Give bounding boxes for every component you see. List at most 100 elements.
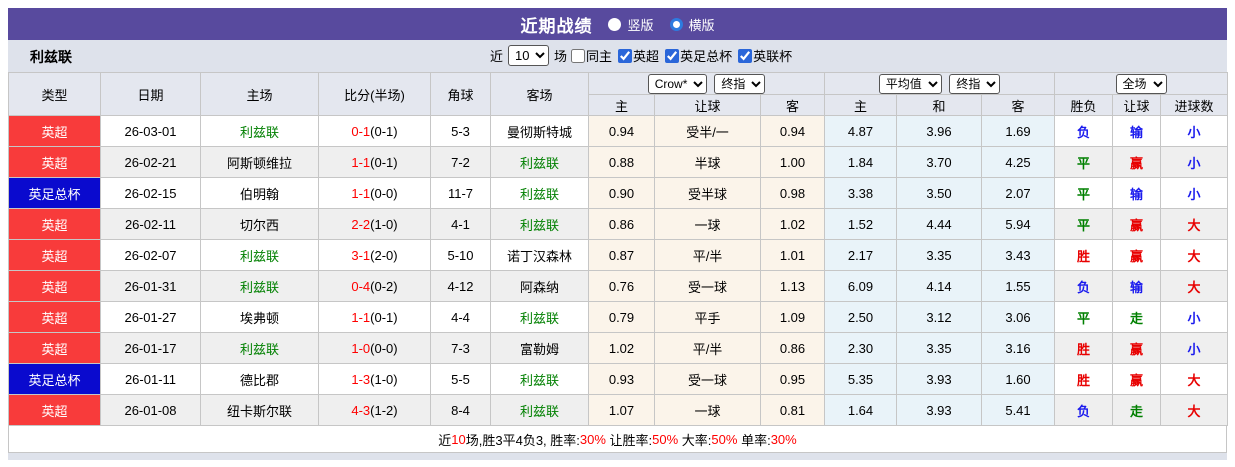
- cell-score: 1-1(0-1): [318, 146, 431, 178]
- filter-checkbox-4[interactable]: 英联杯: [734, 46, 792, 65]
- checkbox-icon[interactable]: [665, 48, 680, 63]
- full-match-select[interactable]: 全场: [1115, 73, 1167, 94]
- radio-vertical-layout[interactable]: 竖版: [608, 15, 654, 34]
- average-select[interactable]: 平均值: [878, 73, 942, 94]
- cell-date: 26-01-08: [100, 394, 201, 426]
- filter-checkbox-2[interactable]: 英超: [614, 46, 659, 65]
- cell-result-handicap: 输: [1112, 270, 1162, 302]
- cell-result-handicap: 赢: [1112, 332, 1162, 364]
- cell-avg-away: 1.60: [980, 363, 1056, 395]
- cell-result-handicap: 输: [1112, 115, 1162, 147]
- cell-score: 1-1(0-0): [318, 177, 431, 209]
- cell-corners: 5-3: [430, 115, 491, 147]
- checkbox-icon[interactable]: [618, 48, 633, 63]
- cell-date: 26-02-11: [100, 208, 201, 240]
- summary-stat-value: 30%: [770, 431, 797, 447]
- cell-result-handicap: 赢: [1112, 146, 1162, 178]
- cell-result-handicap: 赢: [1112, 239, 1162, 271]
- cell-away-team: 利兹联: [490, 394, 589, 426]
- cell-result-goals: 小: [1160, 332, 1229, 364]
- cell-result-outcome: 胜: [1054, 332, 1114, 364]
- cell-result-outcome: 平: [1054, 146, 1114, 178]
- checkbox-icon[interactable]: [571, 48, 586, 63]
- subheader-avg-draw: 和: [896, 94, 982, 116]
- filter-checkbox-3[interactable]: 英足总杯: [661, 46, 732, 65]
- cell-result-goals: 小: [1160, 177, 1229, 209]
- cell-avg-home: 5.35: [824, 363, 897, 395]
- subheader-crow-handicap: 让球: [654, 94, 761, 116]
- cell-avg-home: 4.87: [824, 115, 897, 147]
- cell-away-team: 利兹联: [490, 177, 589, 209]
- cell-result-goals: 大: [1160, 208, 1229, 240]
- cell-avg-away: 1.69: [980, 115, 1056, 147]
- near-label: 近: [490, 49, 504, 64]
- cell-crow-handicap: 平/半: [654, 239, 761, 271]
- table-row: 英超 26-01-31 利兹联 0-4(0-2) 4-12 阿森纳 0.76 受一球 1.13 6…: [8, 270, 1229, 302]
- cell-crow-handicap: 半球: [654, 146, 761, 178]
- cell-date: 26-01-17: [100, 332, 201, 364]
- cell-date: 26-02-15: [100, 177, 201, 209]
- summary-stat-value: 50%: [652, 431, 679, 447]
- filter-checkbox-1[interactable]: 同主: [571, 46, 612, 65]
- cell-result-outcome: 胜: [1054, 239, 1114, 271]
- cell-crow-away-odds: 1.02: [760, 208, 825, 240]
- cell-avg-home: 2.17: [824, 239, 897, 271]
- cell-crow-handicap: 一球: [654, 208, 761, 240]
- cell-result-outcome: 负: [1054, 270, 1114, 302]
- cell-away-team: 富勒姆: [490, 332, 589, 364]
- cell-result-handicap: 赢: [1112, 363, 1162, 395]
- cell-avg-away: 5.94: [980, 208, 1056, 240]
- checkbox-icon[interactable]: [738, 48, 753, 63]
- cell-result-outcome: 平: [1054, 301, 1114, 333]
- cell-score: 2-2(1-0): [318, 208, 431, 240]
- cell-avg-away: 1.55: [980, 270, 1056, 302]
- cell-away-team: 利兹联: [490, 208, 589, 240]
- crow-bookmaker-select[interactable]: Crow*: [647, 73, 707, 94]
- cell-corners: 5-10: [430, 239, 491, 271]
- radio-horizontal-label: 横版: [688, 17, 715, 33]
- cell-avg-draw: 4.44: [896, 208, 982, 240]
- cell-crow-home-odds: 1.07: [588, 394, 655, 426]
- table-row: 英超 26-02-11 切尔西 2-2(1-0) 4-1 利兹联 0.86 一球 1.02 1.5…: [8, 208, 1229, 240]
- radio-horizontal-layout[interactable]: 横版: [669, 15, 715, 34]
- cell-league: 英超: [8, 394, 101, 426]
- cell-home-team: 利兹联: [200, 115, 319, 147]
- cell-crow-away-odds: 1.00: [760, 146, 825, 178]
- subheader-avg-home: 主: [824, 94, 897, 116]
- table-row: 英超 26-02-21 阿斯顿维拉 1-1(0-1) 7-2 利兹联 0.88 半球 1.00 1…: [8, 146, 1229, 178]
- cell-corners: 8-4: [430, 394, 491, 426]
- cell-result-goals: 小: [1160, 115, 1229, 147]
- control-bar: 利兹联 近 10 场 同主 英超 英足总杯 英联杯: [8, 40, 1227, 72]
- cell-corners: 7-3: [430, 332, 491, 364]
- filter-checkbox-label: 英超: [633, 49, 660, 64]
- cell-avg-home: 1.64: [824, 394, 897, 426]
- match-count-select[interactable]: 10: [508, 45, 550, 66]
- crow-final-odds-select[interactable]: 终指: [714, 73, 766, 94]
- filter-checkbox-label: 英联杯: [753, 49, 793, 64]
- summary-stats: 近 10 场,胜3平4负3, 胜率: 30% 让胜率: 50% 大率: 50% 单率: 30…: [8, 426, 1227, 453]
- cell-home-team: 切尔西: [200, 208, 319, 240]
- average-final-odds-select[interactable]: 终指: [949, 73, 1001, 94]
- team-name: 利兹联: [30, 49, 72, 65]
- cell-home-team: 纽卡斯尔联: [200, 394, 319, 426]
- filter-controls: 近 10 场 同主 英超 英足总杯 英联杯: [490, 45, 792, 66]
- radio-checked-icon[interactable]: [669, 17, 683, 31]
- filter-checkbox-label: 英足总杯: [680, 49, 733, 64]
- subheader-result-handicap: 让球: [1112, 94, 1162, 116]
- cell-crow-home-odds: 0.79: [588, 301, 655, 333]
- cell-crow-home-odds: 0.94: [588, 115, 655, 147]
- cell-crow-handicap: 受一球: [654, 363, 761, 395]
- cell-away-team: 曼彻斯特城: [490, 115, 589, 147]
- radio-unchecked-icon[interactable]: [608, 17, 622, 31]
- table-row: 英超 26-01-08 纽卡斯尔联 4-3(1-2) 8-4 利兹联 1.07 一球 0.81 1…: [8, 394, 1229, 426]
- cell-avg-home: 3.38: [824, 177, 897, 209]
- cell-crow-handicap: 受一球: [654, 270, 761, 302]
- cell-date: 26-02-21: [100, 146, 201, 178]
- cell-crow-handicap: 平/半: [654, 332, 761, 364]
- cell-league: 英超: [8, 301, 101, 333]
- cell-crow-away-odds: 0.81: [760, 394, 825, 426]
- cell-result-handicap: 赢: [1112, 208, 1162, 240]
- cell-avg-draw: 3.93: [896, 363, 982, 395]
- cell-corners: 4-12: [430, 270, 491, 302]
- summary-stat-label: 单率:: [737, 432, 771, 448]
